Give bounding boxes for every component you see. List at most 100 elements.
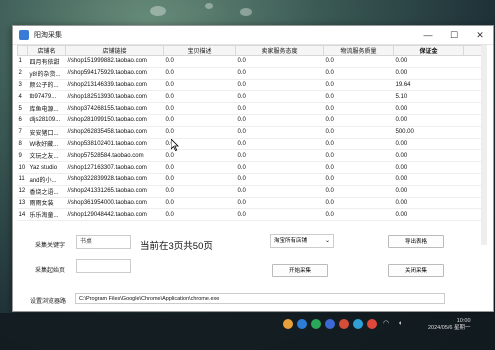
table-cell: dljs28109... <box>27 114 66 127</box>
close-button[interactable]: ✕ <box>467 26 493 44</box>
start-collect-button[interactable]: 开始采集 <box>272 264 328 277</box>
row-number: 14 <box>17 208 28 222</box>
chevron-down-icon: ⌄ <box>324 238 330 244</box>
app-tray-icon[interactable] <box>283 319 293 329</box>
table-cell: 0.0 <box>163 67 236 80</box>
table-row[interactable]: 9 文玩之友...//shop57528584.taobao.com 0.0 0.0 0… <box>17 149 487 163</box>
table-row[interactable]: 4 tb97479...//shop182513930.taobao.com 0.0… <box>17 90 487 104</box>
row-number: 3 <box>17 79 28 92</box>
column-header[interactable]: 卖家服务态度 <box>235 45 324 56</box>
wifi-icon[interactable]: ◠ <box>381 319 391 329</box>
table-cell: //shop281099150.taobao.com <box>65 114 164 127</box>
table-cell: 500.00 <box>393 126 464 139</box>
export-button[interactable]: 导出表格 <box>388 235 444 248</box>
table-cell: Yaz studio <box>27 161 66 174</box>
row-number: 7 <box>17 126 28 139</box>
table-cell: 0.00 <box>393 138 464 151</box>
table-cell: and的小... <box>27 173 66 186</box>
table-row[interactable]: 5 库鱼电源...//shop374268155.taobao.com 0.0 0.0… <box>17 102 487 115</box>
table-row[interactable]: 8 W收好藏...//shop538102401.taobao.com 0.0 0.0… <box>17 138 487 151</box>
table-row[interactable]: 12 香烧之语...//shop241331265.taobao.com 0.0 0.… <box>17 185 487 198</box>
stop-collect-button[interactable]: 关闭采集 <box>388 264 444 277</box>
table-cell: 0.0 <box>163 185 236 198</box>
table-cell: 香烧之语... <box>27 185 66 198</box>
table-cell: 0.00 <box>393 197 464 210</box>
table-cell: 5.10 <box>393 90 464 104</box>
column-header[interactable]: 保证金 <box>393 45 464 56</box>
row-number: 13 <box>17 197 28 210</box>
table-row[interactable]: 11 and的小...//shop322839928.taobao.com 0.0 0… <box>17 173 487 186</box>
table-row[interactable]: 10 Yaz studio//shop127163307.taobao.com 0.… <box>17 161 487 174</box>
table-row[interactable]: 1 四月有依甜//shop151999882.taobao.com 0.0 0.0 0.… <box>17 55 487 68</box>
table-cell: 0.0 <box>235 90 324 104</box>
column-header[interactable]: 宝贝描述 <box>163 45 236 56</box>
taskbar-clock[interactable]: 10:00 2024/05/6 星期一 <box>428 318 471 332</box>
page-status: 当前在3页共50页 <box>140 241 213 252</box>
column-header[interactable]: 物流服务质量 <box>323 45 394 56</box>
start-page-input[interactable] <box>76 259 131 273</box>
table-cell: 0.0 <box>235 114 324 127</box>
row-number: 9 <box>17 149 28 163</box>
table-row[interactable]: 14 乐乐淘童...//shop129048442.taobao.com 0.0 0.… <box>17 208 487 222</box>
row-number: 5 <box>17 102 28 115</box>
shop-filter-value: 淘宝所有店铺 <box>274 238 308 244</box>
table-cell: 0.0 <box>323 185 394 198</box>
table-cell: 0.0 <box>235 208 324 222</box>
table-cell: 0.0 <box>323 79 394 92</box>
table-cell: 0.0 <box>323 126 394 139</box>
table-row[interactable]: 13 雨雨女装//shop361954000.taobao.com 0.0 0.0 0.… <box>17 197 487 210</box>
app-tray-icon[interactable] <box>353 319 363 329</box>
row-number: 6 <box>17 114 28 127</box>
results-grid[interactable]: 店铺名 店铺链接 宝贝描述 卖家服务态度 物流服务质量 保证金 1 四月有依甜//… <box>17 45 487 245</box>
browser-path-input[interactable]: C:\Program Files\Google\Chrome\Applicati… <box>75 293 445 304</box>
table-cell: 0.0 <box>323 55 394 68</box>
table-cell: //shop129048442.taobao.com <box>65 208 164 222</box>
app-tray-icon[interactable] <box>367 319 377 329</box>
browser-path-label: 设置浏览器路 <box>30 299 67 305</box>
table-cell: 0.00 <box>393 185 464 198</box>
table-cell: 0.0 <box>163 90 236 104</box>
table-cell: 0.0 <box>163 161 236 174</box>
table-cell: 0.0 <box>235 149 324 163</box>
table-cell: 0.0 <box>163 197 236 210</box>
column-header[interactable]: 店铺名 <box>27 45 66 56</box>
table-cell: 0.0 <box>323 90 394 104</box>
app-tray-icon[interactable] <box>311 319 321 329</box>
table-cell: 0.0 <box>163 79 236 92</box>
table-cell: //shop57528584.taobao.com <box>65 149 164 163</box>
table-cell: 0.0 <box>235 185 324 198</box>
app-tray-icon[interactable] <box>297 319 307 329</box>
vertical-scrollbar[interactable] <box>481 45 487 245</box>
table-cell: //shop213146339.taobao.com <box>65 79 164 92</box>
table-cell: 0.0 <box>235 102 324 115</box>
table-cell: 库鱼电源... <box>27 102 66 115</box>
table-cell: 0.0 <box>323 161 394 174</box>
table-cell: 0.00 <box>393 149 464 163</box>
table-cell: 0.00 <box>393 114 464 127</box>
row-number: 11 <box>17 173 28 186</box>
table-row[interactable]: 2 y8!的杂货...//shop594175929.taobao.com 0.0 0… <box>17 67 487 80</box>
row-number-header <box>17 45 28 56</box>
app-tray-icon[interactable] <box>325 319 335 329</box>
table-cell: 0.0 <box>323 173 394 186</box>
table-cell: 0.0 <box>235 197 324 210</box>
column-header[interactable]: 店铺链接 <box>65 45 164 56</box>
taskbar <box>0 313 495 350</box>
start-page-label: 采集起始页 <box>35 268 66 274</box>
table-cell: 0.00 <box>393 208 464 222</box>
speaker-icon[interactable]: ◖ <box>395 319 405 329</box>
table-row[interactable]: 6 dljs28109...//shop281099150.taobao.com 0… <box>17 114 487 127</box>
minimize-button[interactable]: — <box>415 26 441 44</box>
keyword-input[interactable]: 书桌 <box>76 235 131 249</box>
maximize-button[interactable]: ☐ <box>441 26 467 44</box>
table-row[interactable]: 3 颜公子的...//shop213146339.taobao.com 0.0 0.0… <box>17 79 487 92</box>
table-cell: 0.0 <box>163 149 236 163</box>
row-number: 8 <box>17 138 28 151</box>
table-cell: //shop361954000.taobao.com <box>65 197 164 210</box>
table-cell: //shop322839928.taobao.com <box>65 173 164 186</box>
table-cell: 19.64 <box>393 79 464 92</box>
row-number: 12 <box>17 185 28 198</box>
table-row[interactable]: 7 安安猪口...//shop262835458.taobao.com 0.0 0.0… <box>17 126 487 139</box>
shop-filter-select[interactable]: 淘宝所有店铺 ⌄ <box>270 234 334 248</box>
app-tray-icon[interactable] <box>339 319 349 329</box>
